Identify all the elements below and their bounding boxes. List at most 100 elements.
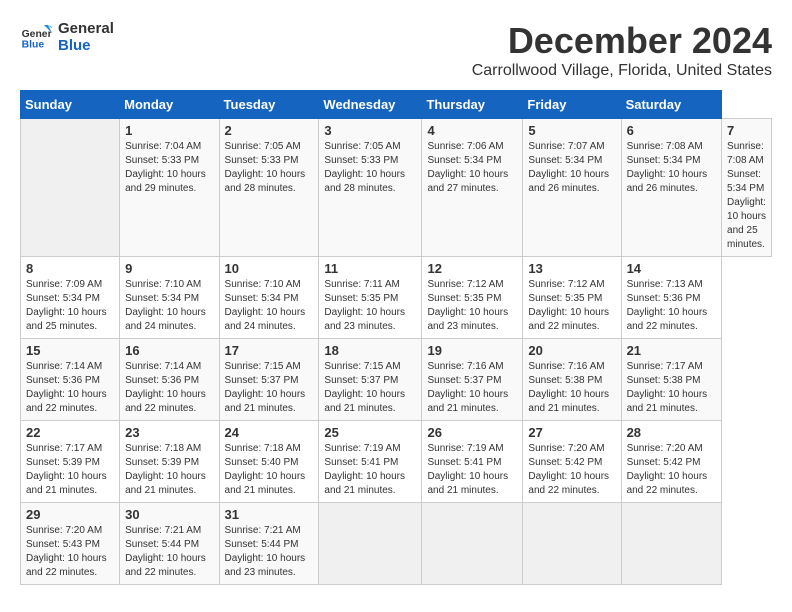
page-header: General Blue General Blue December 2024 … bbox=[20, 20, 772, 80]
daylight-minutes: and 27 minutes. bbox=[427, 183, 498, 194]
day-of-week-header: Sunday bbox=[21, 91, 120, 119]
sunrise-label: Sunrise: 7:18 AM bbox=[225, 443, 301, 454]
calendar-day-cell: 2 Sunrise: 7:05 AM Sunset: 5:33 PM Dayli… bbox=[219, 119, 319, 257]
day-info: Sunrise: 7:05 AM Sunset: 5:33 PM Dayligh… bbox=[225, 140, 314, 196]
sunset-label: Sunset: 5:44 PM bbox=[225, 539, 299, 550]
sunset-label: Sunset: 5:41 PM bbox=[427, 457, 501, 468]
calendar-day-cell: 26 Sunrise: 7:19 AM Sunset: 5:41 PM Dayl… bbox=[422, 421, 523, 503]
sunset-label: Sunset: 5:34 PM bbox=[125, 293, 199, 304]
day-info: Sunrise: 7:07 AM Sunset: 5:34 PM Dayligh… bbox=[528, 140, 615, 196]
calendar-day-cell: 21 Sunrise: 7:17 AM Sunset: 5:38 PM Dayl… bbox=[621, 339, 721, 421]
daylight-minutes: and 26 minutes. bbox=[528, 183, 599, 194]
day-number: 19 bbox=[427, 343, 517, 358]
day-number: 3 bbox=[324, 123, 416, 138]
day-info: Sunrise: 7:09 AM Sunset: 5:34 PM Dayligh… bbox=[26, 278, 114, 334]
sunrise-label: Sunrise: 7:14 AM bbox=[125, 361, 201, 372]
calendar-day-cell bbox=[319, 503, 422, 585]
day-info: Sunrise: 7:19 AM Sunset: 5:41 PM Dayligh… bbox=[427, 442, 517, 498]
sunrise-label: Sunrise: 7:11 AM bbox=[324, 279, 399, 290]
sunrise-label: Sunrise: 7:08 AM bbox=[627, 141, 703, 152]
day-number: 14 bbox=[627, 261, 716, 276]
logo-blue: Blue bbox=[58, 37, 114, 54]
sunset-label: Sunset: 5:42 PM bbox=[627, 457, 701, 468]
day-info: Sunrise: 7:14 AM Sunset: 5:36 PM Dayligh… bbox=[26, 360, 114, 416]
sunrise-label: Sunrise: 7:20 AM bbox=[26, 525, 102, 536]
day-info: Sunrise: 7:08 AM Sunset: 5:34 PM Dayligh… bbox=[727, 140, 766, 252]
calendar-day-cell bbox=[621, 503, 721, 585]
daylight-minutes: and 26 minutes. bbox=[627, 183, 698, 194]
calendar-week-row: 15 Sunrise: 7:14 AM Sunset: 5:36 PM Dayl… bbox=[21, 339, 772, 421]
day-info: Sunrise: 7:21 AM Sunset: 5:44 PM Dayligh… bbox=[225, 524, 314, 580]
day-info: Sunrise: 7:20 AM Sunset: 5:42 PM Dayligh… bbox=[627, 442, 716, 498]
daylight-label: Daylight: 10 hours bbox=[427, 471, 508, 482]
day-info: Sunrise: 7:15 AM Sunset: 5:37 PM Dayligh… bbox=[324, 360, 416, 416]
svg-text:Blue: Blue bbox=[22, 39, 45, 50]
daylight-label: Daylight: 10 hours bbox=[125, 307, 206, 318]
sunrise-label: Sunrise: 7:21 AM bbox=[125, 525, 201, 536]
daylight-label: Daylight: 10 hours bbox=[225, 169, 306, 180]
calendar-day-cell: 30 Sunrise: 7:21 AM Sunset: 5:44 PM Dayl… bbox=[120, 503, 219, 585]
day-info: Sunrise: 7:17 AM Sunset: 5:39 PM Dayligh… bbox=[26, 442, 114, 498]
calendar-body: 1 Sunrise: 7:04 AM Sunset: 5:33 PM Dayli… bbox=[21, 119, 772, 585]
day-number: 2 bbox=[225, 123, 314, 138]
daylight-label: Daylight: 10 hours bbox=[528, 471, 609, 482]
day-number: 15 bbox=[26, 343, 114, 358]
daylight-minutes: and 22 minutes. bbox=[125, 567, 196, 578]
calendar-day-cell bbox=[422, 503, 523, 585]
day-of-week-header: Saturday bbox=[621, 91, 721, 119]
daylight-minutes: and 25 minutes. bbox=[727, 225, 765, 250]
sunset-label: Sunset: 5:36 PM bbox=[26, 375, 100, 386]
daylight-label: Daylight: 10 hours bbox=[627, 471, 708, 482]
calendar-table: SundayMondayTuesdayWednesdayThursdayFrid… bbox=[20, 90, 772, 585]
daylight-minutes: and 21 minutes. bbox=[225, 403, 296, 414]
day-number: 21 bbox=[627, 343, 716, 358]
daylight-label: Daylight: 10 hours bbox=[528, 389, 609, 400]
day-number: 24 bbox=[225, 425, 314, 440]
day-number: 10 bbox=[225, 261, 314, 276]
daylight-minutes: and 24 minutes. bbox=[225, 321, 296, 332]
daylight-minutes: and 21 minutes. bbox=[324, 485, 395, 496]
daylight-minutes: and 22 minutes. bbox=[26, 567, 97, 578]
sunrise-label: Sunrise: 7:18 AM bbox=[125, 443, 201, 454]
daylight-label: Daylight: 10 hours bbox=[26, 307, 107, 318]
day-number: 13 bbox=[528, 261, 615, 276]
day-info: Sunrise: 7:16 AM Sunset: 5:38 PM Dayligh… bbox=[528, 360, 615, 416]
sunrise-label: Sunrise: 7:07 AM bbox=[528, 141, 604, 152]
day-number: 20 bbox=[528, 343, 615, 358]
sunset-label: Sunset: 5:37 PM bbox=[324, 375, 398, 386]
daylight-label: Daylight: 10 hours bbox=[125, 169, 206, 180]
daylight-minutes: and 22 minutes. bbox=[125, 403, 196, 414]
daylight-minutes: and 21 minutes. bbox=[427, 485, 498, 496]
calendar-day-cell: 11 Sunrise: 7:11 AM Sunset: 5:35 PM Dayl… bbox=[319, 257, 422, 339]
calendar-day-cell: 7 Sunrise: 7:08 AM Sunset: 5:34 PM Dayli… bbox=[722, 119, 772, 257]
sunrise-label: Sunrise: 7:21 AM bbox=[225, 525, 301, 536]
day-info: Sunrise: 7:21 AM Sunset: 5:44 PM Dayligh… bbox=[125, 524, 213, 580]
day-info: Sunrise: 7:18 AM Sunset: 5:40 PM Dayligh… bbox=[225, 442, 314, 498]
day-number: 9 bbox=[125, 261, 213, 276]
daylight-label: Daylight: 10 hours bbox=[125, 471, 206, 482]
sunset-label: Sunset: 5:34 PM bbox=[26, 293, 100, 304]
calendar-day-cell: 15 Sunrise: 7:14 AM Sunset: 5:36 PM Dayl… bbox=[21, 339, 120, 421]
day-info: Sunrise: 7:15 AM Sunset: 5:37 PM Dayligh… bbox=[225, 360, 314, 416]
sunrise-label: Sunrise: 7:05 AM bbox=[324, 141, 400, 152]
sunset-label: Sunset: 5:34 PM bbox=[427, 155, 501, 166]
day-number: 8 bbox=[26, 261, 114, 276]
sunset-label: Sunset: 5:35 PM bbox=[427, 293, 501, 304]
day-number: 22 bbox=[26, 425, 114, 440]
sunset-label: Sunset: 5:42 PM bbox=[528, 457, 602, 468]
sunrise-label: Sunrise: 7:14 AM bbox=[26, 361, 102, 372]
calendar-day-cell: 18 Sunrise: 7:15 AM Sunset: 5:37 PM Dayl… bbox=[319, 339, 422, 421]
sunrise-label: Sunrise: 7:10 AM bbox=[125, 279, 201, 290]
daylight-minutes: and 23 minutes. bbox=[427, 321, 498, 332]
sunset-label: Sunset: 5:34 PM bbox=[627, 155, 701, 166]
daylight-label: Daylight: 10 hours bbox=[125, 553, 206, 564]
daylight-label: Daylight: 10 hours bbox=[627, 169, 708, 180]
calendar-day-cell: 4 Sunrise: 7:06 AM Sunset: 5:34 PM Dayli… bbox=[422, 119, 523, 257]
calendar-day-cell: 28 Sunrise: 7:20 AM Sunset: 5:42 PM Dayl… bbox=[621, 421, 721, 503]
daylight-minutes: and 25 minutes. bbox=[26, 321, 97, 332]
sunrise-label: Sunrise: 7:16 AM bbox=[528, 361, 604, 372]
svg-text:General: General bbox=[22, 29, 52, 40]
calendar-week-row: 8 Sunrise: 7:09 AM Sunset: 5:34 PM Dayli… bbox=[21, 257, 772, 339]
day-number: 5 bbox=[528, 123, 615, 138]
daylight-label: Daylight: 10 hours bbox=[225, 389, 306, 400]
